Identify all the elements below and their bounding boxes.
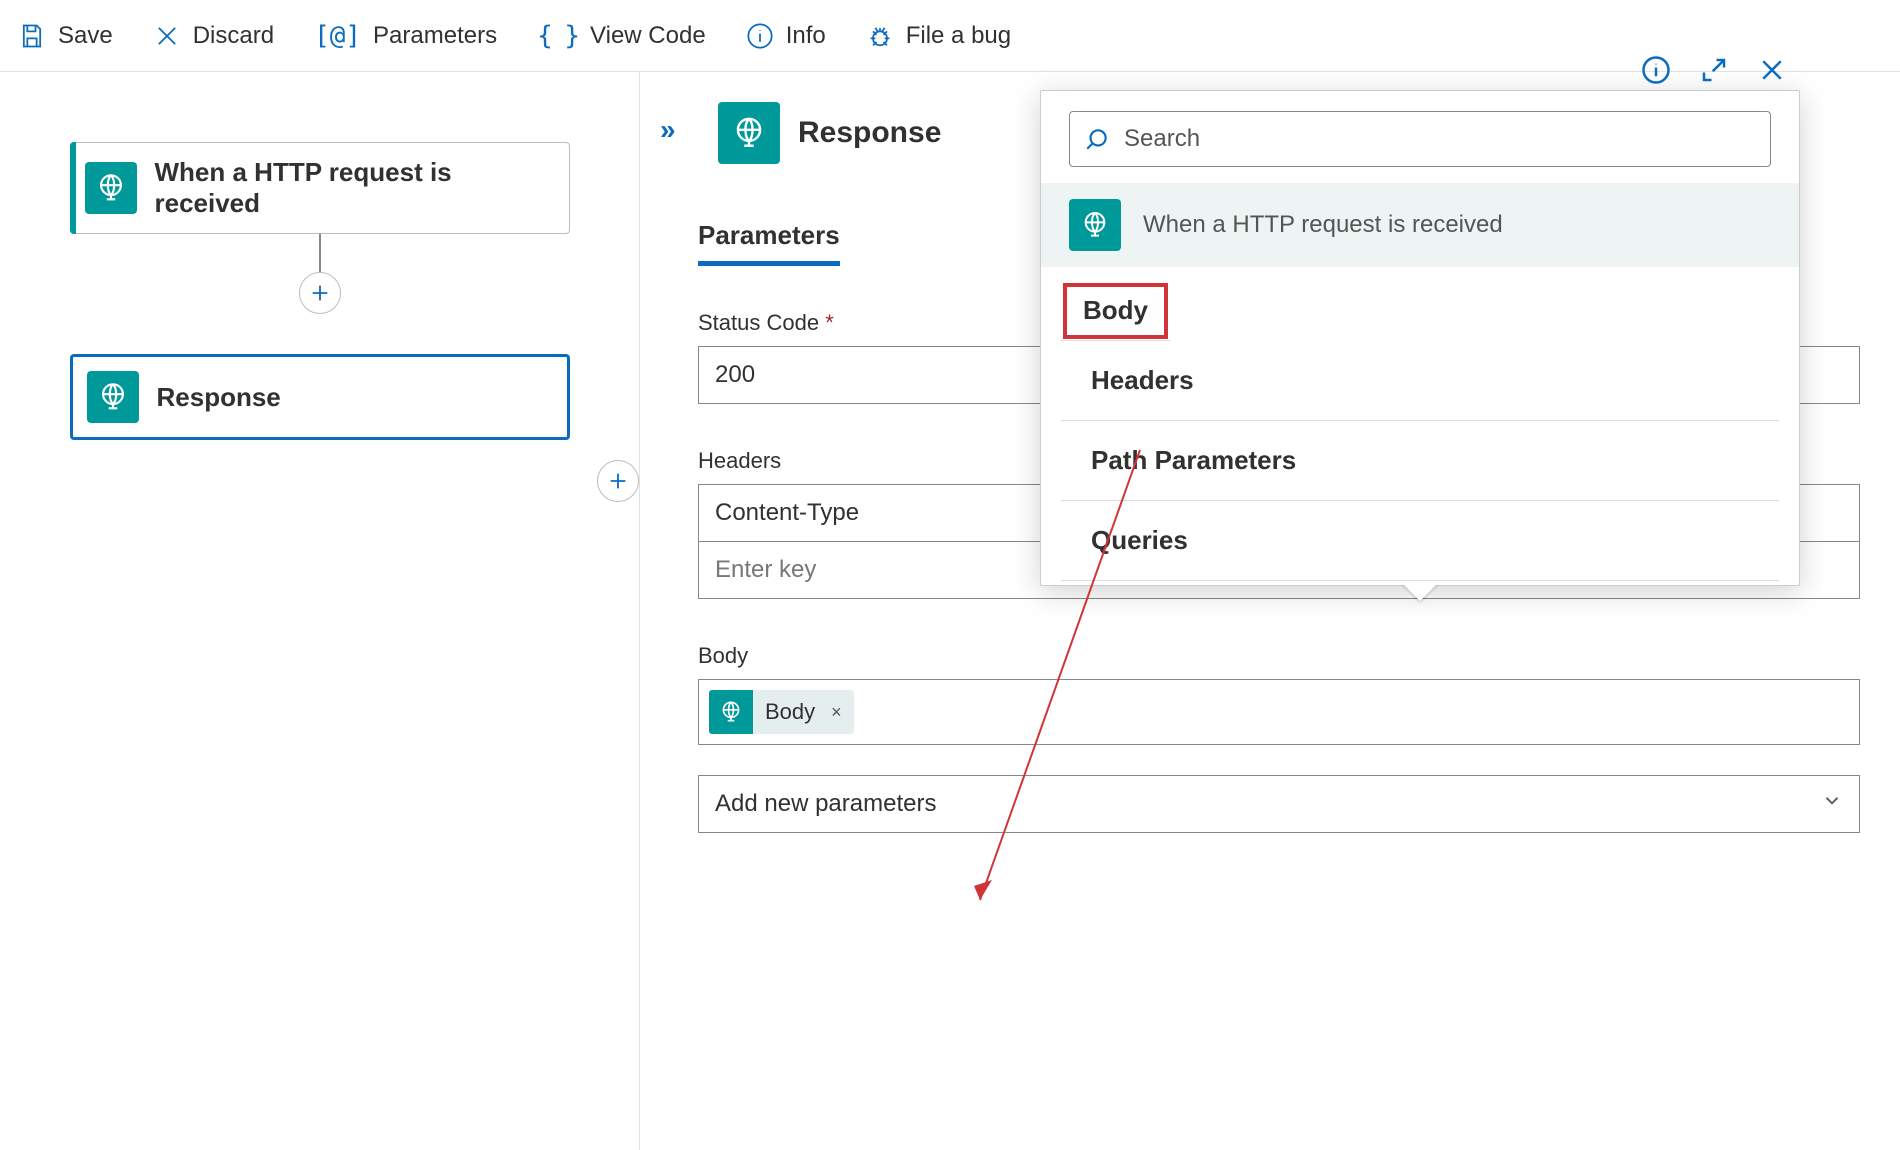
search-icon [1084,126,1110,152]
info-icon [746,22,774,50]
discard-label: Discard [193,22,274,50]
bug-label: File a bug [906,22,1011,50]
connector [0,234,639,354]
search-placeholder: Search [1124,125,1200,153]
option-headers[interactable]: Headers [1061,341,1779,421]
add-parameters-select[interactable]: Add new parameters [698,775,1860,833]
save-label: Save [58,22,113,50]
trigger-node[interactable]: When a HTTP request is received [70,142,570,234]
chevron-down-icon [1821,790,1843,819]
close-icon [153,22,181,50]
add-step-button[interactable] [597,460,639,502]
expand-icon[interactable] [1699,55,1729,85]
source-label: When a HTTP request is received [1143,211,1503,239]
parameters-icon: [@] [314,21,361,51]
collapse-button[interactable]: » [660,114,670,146]
http-icon [718,102,780,164]
response-title: Response [157,382,281,413]
braces-icon: { } [537,21,578,51]
tab-parameters[interactable]: Parameters [698,220,840,266]
body-input[interactable]: Body × [698,679,1860,745]
panel-title: Response [798,116,941,150]
save-icon [18,22,46,50]
http-icon [1069,199,1121,251]
response-node[interactable]: Response [70,354,570,440]
search-input[interactable]: Search [1069,111,1771,167]
http-icon [85,162,137,214]
add-step-button[interactable] [299,272,341,314]
info-button[interactable]: Info [746,22,826,50]
discard-button[interactable]: Discard [153,22,274,50]
info-icon[interactable] [1641,55,1671,85]
option-queries[interactable]: Queries [1061,501,1779,581]
save-button[interactable]: Save [18,22,113,50]
bug-icon [866,22,894,50]
node-accent [70,142,76,234]
viewcode-button[interactable]: { } View Code [537,21,706,51]
remove-token-button[interactable]: × [831,702,842,723]
source-row: When a HTTP request is received [1041,183,1799,267]
body-token[interactable]: Body × [709,690,854,734]
viewcode-label: View Code [590,22,706,50]
parameters-label: Parameters [373,22,497,50]
option-body[interactable]: Body [1061,281,1170,341]
info-label: Info [786,22,826,50]
designer-canvas: When a HTTP request is received Response [0,72,640,1150]
close-icon[interactable] [1757,55,1787,85]
body-token-label: Body [765,699,815,725]
popover-controls [1641,55,1787,85]
trigger-title: When a HTTP request is received [155,157,549,219]
body-label: Body [698,643,1860,669]
bug-button[interactable]: File a bug [866,22,1011,50]
popover-tail [1402,583,1438,601]
http-icon [87,371,139,423]
parameters-button[interactable]: [@] Parameters [314,21,497,51]
http-icon [709,690,753,734]
toolbar: Save Discard [@] Parameters { } View Cod… [0,0,1900,72]
dynamic-content-popover: Search When a HTTP request is received B… [1040,90,1800,586]
option-path-parameters[interactable]: Path Parameters [1061,421,1779,501]
